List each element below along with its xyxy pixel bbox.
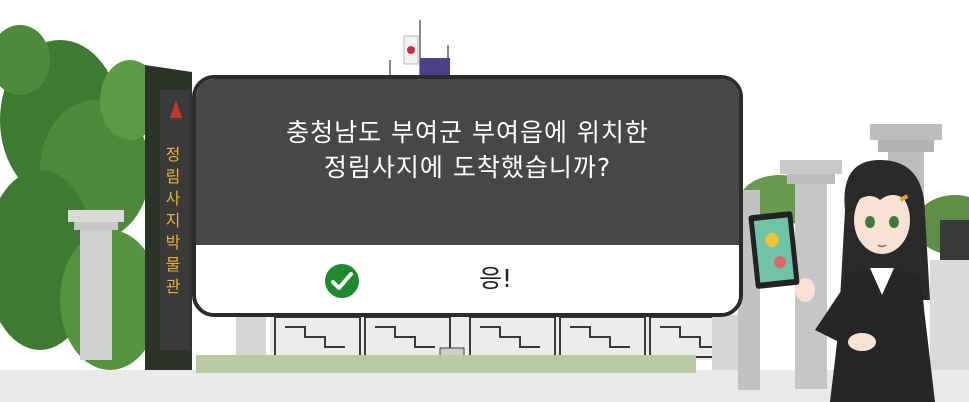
arrival-confirm-dialog: 충청남도 부여군 부여읍에 위치한 정림사지에 도착했습니까? 응!	[192, 75, 743, 317]
confirm-label: 응!	[479, 264, 513, 293]
question-line-2: 정림사지에 도착했습니까?	[323, 153, 612, 182]
checkmark-circle-icon	[325, 264, 359, 298]
svg-text:사: 사	[166, 189, 181, 208]
svg-text:관: 관	[166, 277, 181, 296]
question-line-1: 충청남도 부여군 부여읍에 위치한	[286, 118, 649, 147]
dialog-message-panel: 충청남도 부여군 부여읍에 위치한 정림사지에 도착했습니까?	[196, 79, 739, 245]
svg-text:정: 정	[166, 145, 181, 164]
svg-text:지: 지	[166, 211, 181, 230]
svg-text:박: 박	[166, 233, 181, 252]
dialog-question: 충청남도 부여군 부여읍에 위치한 정림사지에 도착했습니까?	[196, 115, 739, 185]
confirm-button[interactable]: 응!	[196, 245, 739, 313]
svg-text:림: 림	[166, 167, 181, 186]
museum-sign: 정 림 사 지 박 물 관	[145, 65, 192, 392]
svg-text:물: 물	[166, 255, 181, 274]
